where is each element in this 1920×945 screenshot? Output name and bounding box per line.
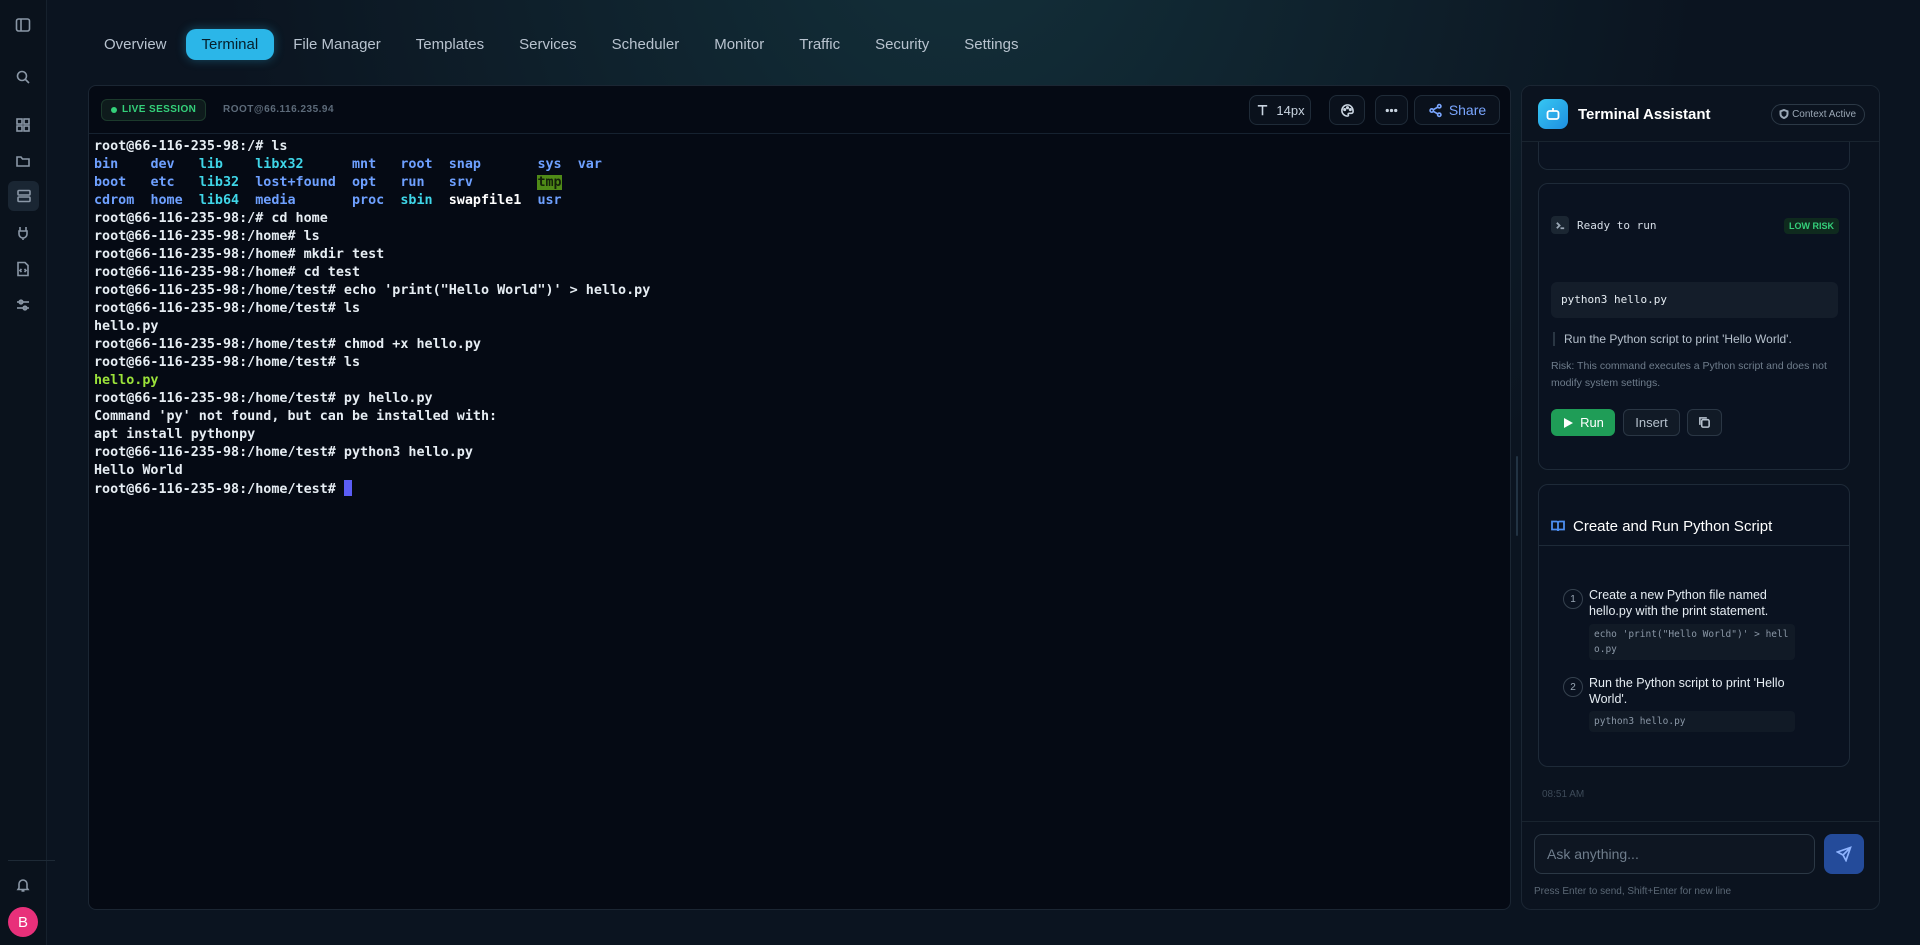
run-button[interactable]: Run	[1551, 409, 1615, 436]
copy-icon	[1699, 417, 1710, 428]
terminal-prompt-icon	[1551, 216, 1569, 234]
palette-icon	[1340, 103, 1354, 117]
bot-icon	[1538, 99, 1568, 129]
step-code[interactable]: echo 'print("Hello World")' > hello.py	[1589, 624, 1795, 660]
plan-step: 2 Run the Python script to print 'Hello …	[1551, 675, 1841, 732]
message-timestamp: 08:51 AM	[1542, 789, 1585, 800]
live-session-badge: LIVE SESSION	[101, 99, 207, 121]
assistant-input-area: Press Enter to send, Shift+Enter for new…	[1522, 821, 1879, 909]
terminal-panel: LIVE SESSION ROOT@66.116.235.94 14px Sha…	[88, 85, 1511, 910]
session-host: ROOT@66.116.235.94	[223, 104, 335, 115]
more-icon	[1385, 108, 1398, 112]
sliders-icon[interactable]	[12, 294, 34, 316]
shield-icon	[1779, 109, 1789, 119]
assistant-title: Terminal Assistant	[1578, 106, 1711, 123]
previous-message-card	[1538, 142, 1850, 170]
command-description: Run the Python script to print 'Hello Wo…	[1553, 332, 1792, 346]
text-size-icon	[1258, 104, 1268, 115]
terminal-header: LIVE SESSION ROOT@66.116.235.94 14px Sha…	[89, 86, 1510, 134]
rail-divider	[8, 860, 55, 861]
assistant-header: Terminal Assistant Context Active	[1522, 86, 1879, 142]
step-code[interactable]: python3 hello.py	[1589, 711, 1795, 732]
avatar[interactable]: B	[8, 907, 38, 937]
context-badge: Context Active	[1771, 104, 1865, 125]
tab-terminal[interactable]: Terminal	[185, 28, 275, 60]
tab-services[interactable]: Services	[503, 29, 593, 60]
top-tabs: Overview Terminal File Manager Templates…	[72, 22, 1897, 66]
copy-button[interactable]	[1687, 409, 1722, 436]
command-card: Ready to run LOW RISK python3 hello.py R…	[1538, 183, 1850, 470]
run-label: Run	[1580, 415, 1604, 430]
theme-button[interactable]	[1329, 95, 1365, 125]
share-label: Share	[1448, 102, 1487, 118]
tab-traffic[interactable]: Traffic	[783, 29, 856, 60]
plug-icon[interactable]	[12, 222, 34, 244]
command-card-header: Ready to run	[1551, 216, 1656, 234]
share-icon	[1429, 103, 1442, 117]
folder-icon[interactable]	[12, 150, 34, 172]
tab-overview[interactable]: Overview	[88, 29, 183, 60]
insert-button[interactable]: Insert	[1623, 409, 1680, 436]
font-size-label: 14px	[1276, 102, 1305, 118]
left-rail: B	[0, 0, 55, 945]
tab-scheduler[interactable]: Scheduler	[596, 29, 696, 60]
dashboard-icon[interactable]	[12, 114, 34, 136]
tab-templates[interactable]: Templates	[400, 29, 500, 60]
font-size-button[interactable]: 14px	[1249, 95, 1311, 125]
step-text: Run the Python script to print 'Hello Wo…	[1589, 676, 1785, 706]
terminal-output[interactable]: root@66-116-235-98:/# ls bin dev lib lib…	[94, 138, 1510, 499]
sidebar-toggle-icon[interactable]	[12, 14, 34, 36]
tab-file-manager[interactable]: File Manager	[277, 29, 397, 60]
assistant-panel: Ready to run LOW RISK python3 hello.py R…	[1521, 85, 1880, 910]
book-icon	[1551, 520, 1565, 532]
search-icon[interactable]	[12, 66, 34, 88]
tab-security[interactable]: Security	[859, 29, 945, 60]
suggested-command[interactable]: python3 hello.py	[1551, 282, 1838, 318]
input-hint: Press Enter to send, Shift+Enter for new…	[1534, 886, 1732, 897]
plan-card-header: Create and Run Python Script	[1539, 485, 1849, 546]
plan-title: Create and Run Python Script	[1573, 518, 1773, 535]
context-badge-label: Context Active	[1792, 109, 1856, 120]
command-status: Ready to run	[1577, 218, 1657, 232]
more-options-button[interactable]	[1375, 95, 1408, 125]
send-button[interactable]	[1824, 834, 1864, 874]
step-number: 2	[1563, 677, 1583, 697]
plan-step: 1 Create a new Python file named hello.p…	[1551, 587, 1841, 660]
bell-icon[interactable]	[12, 874, 34, 896]
risk-badge: LOW RISK	[1784, 218, 1839, 234]
step-number: 1	[1563, 589, 1583, 609]
step-text: Create a new Python file named hello.py …	[1589, 588, 1769, 618]
panel-resize-handle[interactable]	[1516, 456, 1518, 536]
terminal-cursor	[343, 480, 352, 496]
file-code-icon[interactable]	[12, 258, 34, 280]
share-button[interactable]: Share	[1414, 95, 1500, 125]
play-icon	[1564, 417, 1574, 428]
send-icon	[1836, 846, 1852, 862]
plan-card: Create and Run Python Script 1 Create a …	[1538, 484, 1850, 767]
server-icon[interactable]	[8, 181, 39, 211]
tab-monitor[interactable]: Monitor	[698, 29, 780, 60]
risk-explanation: Risk: This command executes a Python scr…	[1551, 360, 1827, 389]
tab-settings[interactable]: Settings	[948, 29, 1034, 60]
ask-input[interactable]	[1534, 834, 1815, 874]
